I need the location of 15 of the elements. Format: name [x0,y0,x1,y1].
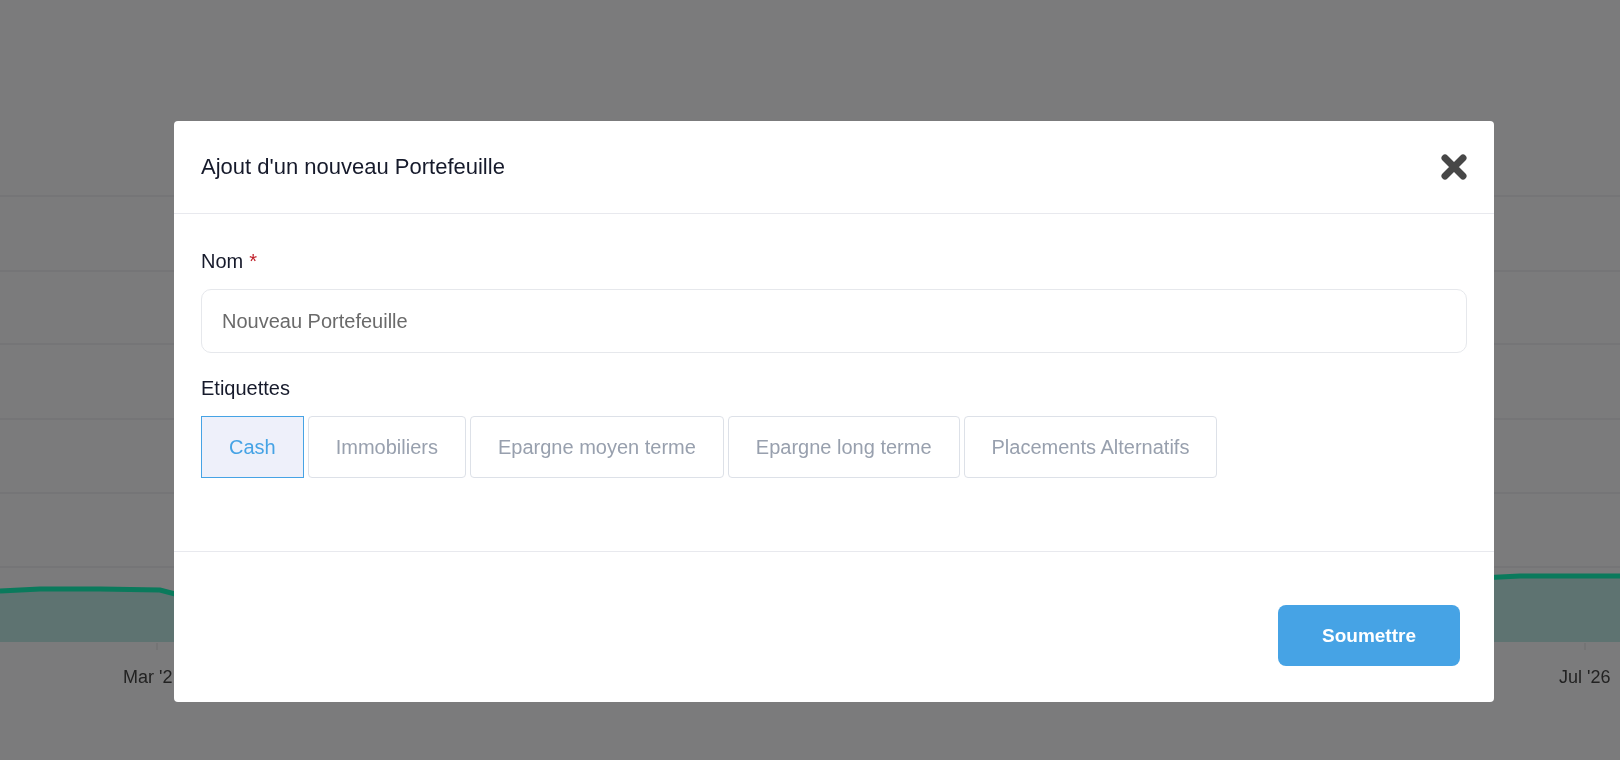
field-label: Nom [201,250,244,273]
tag-option[interactable]: Epargne long terme [727,416,960,478]
name-input-field[interactable]: Nouveau Portefeuille [201,289,1467,353]
tag-option[interactable]: Epargne moyen terme [469,416,724,478]
tag-option[interactable]: Cash [201,416,304,478]
dialog-title: Ajout d'un nouveau Portefeuille [201,154,505,180]
tag-option[interactable]: Placements Alternatifs [963,416,1218,478]
axis-label: Mar '2 [123,667,173,687]
close-button[interactable] [1440,153,1468,181]
close-icon [1440,153,1468,181]
submit-button[interactable]: Soumettre [1278,605,1460,666]
field-label: Etiquettes [201,377,290,400]
axis-label: Jul '26 [1559,667,1611,687]
required-mark: * [249,250,258,273]
tag-option[interactable]: Immobiliers [307,416,466,478]
